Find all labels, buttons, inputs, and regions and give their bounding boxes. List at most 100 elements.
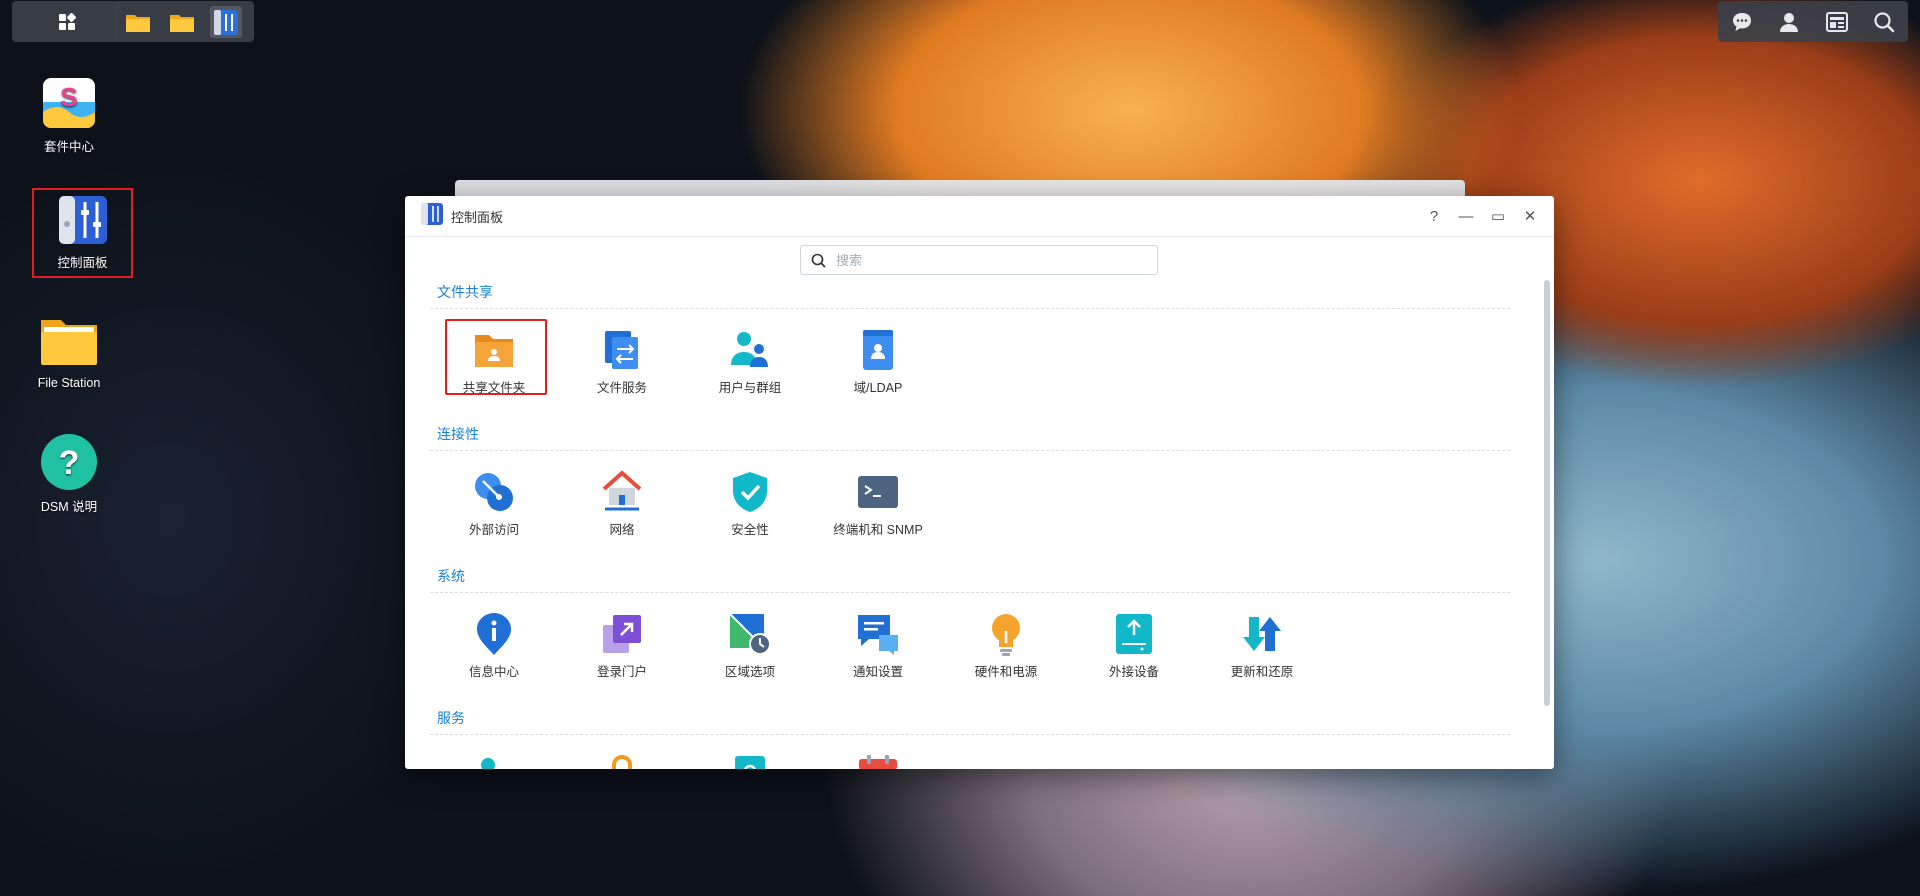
section-connectivity: 连接性 外部访问 网络 安全性 终端机和 SNMP <box>430 424 1510 566</box>
main-menu-button[interactable] <box>12 1 119 42</box>
control-panel-icon <box>53 194 113 248</box>
item-hardware-power[interactable]: 硬件和电源 <box>942 605 1070 685</box>
folder-icon <box>126 14 150 32</box>
section-file-sharing: 文件共享 共享文件夹 文件服务 用户与群组 域/LDAP <box>430 282 1510 424</box>
item-domain-ldap[interactable]: 域/LDAP <box>814 321 942 401</box>
widgets-icon <box>1825 11 1848 32</box>
item-external-access[interactable]: 外部访问 <box>430 463 558 543</box>
item-label: 用户与群组 <box>718 381 782 395</box>
item-notification[interactable]: 通知设置 <box>814 605 942 685</box>
section-services: 服务 <box>430 708 1510 769</box>
item-users-groups[interactable]: 用户与群组 <box>686 321 814 401</box>
chat-icon <box>1732 12 1751 31</box>
search-button[interactable] <box>1868 6 1900 38</box>
item-label: 外部访问 <box>468 523 519 537</box>
item-label: 更新和还原 <box>1230 665 1294 679</box>
calendar-icon <box>859 755 897 769</box>
item-label: 登录门户 <box>596 665 647 679</box>
terminal-icon <box>858 476 898 508</box>
users-groups-icon <box>731 332 768 367</box>
item-login-portal[interactable]: 登录门户 <box>558 605 686 685</box>
search-box <box>800 245 1158 275</box>
control-panel-icon <box>214 9 238 35</box>
taskbar-tray <box>1718 1 1908 42</box>
shield-icon <box>733 472 767 512</box>
desktop-icon-file-station[interactable]: File Station <box>15 312 123 390</box>
item-service-partial[interactable] <box>686 747 814 769</box>
network-icon <box>602 470 642 511</box>
lock-icon <box>612 755 632 769</box>
close-button[interactable]: ✕ <box>1514 200 1546 232</box>
notifications-button[interactable] <box>1726 6 1758 38</box>
item-label: 域/LDAP <box>853 381 903 395</box>
shared-folder-icon <box>475 335 513 367</box>
item-regional-options[interactable]: 区域选项 <box>686 605 814 685</box>
desktop-icon-label: 控制面板 <box>57 256 108 270</box>
grid-icon <box>57 12 77 32</box>
external-access-icon <box>475 473 513 511</box>
section-title: 服务 <box>430 708 1510 735</box>
taskbar-app-file-station[interactable] <box>122 6 154 38</box>
help-icon: ? <box>39 432 99 492</box>
lightbulb-icon <box>992 614 1020 656</box>
item-label: 终端机和 SNMP <box>833 523 923 537</box>
desktop-icon-label: 套件中心 <box>43 140 94 154</box>
item-label: 文件服务 <box>596 381 647 395</box>
control-panel-icon <box>421 202 443 231</box>
external-device-icon <box>1116 614 1152 654</box>
item-external-devices[interactable]: 外接设备 <box>1070 605 1198 685</box>
taskbar-app-folder[interactable] <box>166 6 198 38</box>
info-icon <box>477 613 511 655</box>
user-icon <box>1780 12 1799 32</box>
svg-text:?: ? <box>59 444 80 482</box>
window-titlebar[interactable]: 控制面板 ? — ▭ ✕ <box>405 196 1554 237</box>
item-security[interactable]: 安全性 <box>686 463 814 543</box>
search-icon <box>811 253 826 268</box>
item-service-partial[interactable] <box>814 747 942 769</box>
item-file-services[interactable]: 文件服务 <box>558 321 686 401</box>
item-label: 区域选项 <box>724 665 775 679</box>
update-restore-icon <box>1243 617 1281 651</box>
notification-icon <box>858 615 898 655</box>
item-info-center[interactable]: 信息中心 <box>430 605 558 685</box>
item-update-restore[interactable]: 更新和还原 <box>1198 605 1326 685</box>
item-label: 网络 <box>609 523 635 537</box>
item-label: 外接设备 <box>1108 665 1159 679</box>
user-menu-button[interactable] <box>1773 6 1805 38</box>
login-portal-icon <box>603 615 641 653</box>
item-service-partial[interactable] <box>430 747 558 769</box>
item-network[interactable]: 网络 <box>558 463 686 543</box>
file-services-icon <box>605 331 638 369</box>
folder-icon <box>39 312 99 372</box>
item-terminal-snmp[interactable]: 终端机和 SNMP <box>814 463 942 543</box>
section-title: 文件共享 <box>430 282 1510 309</box>
domain-ldap-icon <box>863 330 893 370</box>
taskbar-app-control-panel[interactable] <box>210 5 242 38</box>
help-button[interactable]: ? <box>1418 200 1450 232</box>
item-shared-folder[interactable]: 共享文件夹 <box>430 319 558 401</box>
section-title: 系统 <box>430 566 1510 593</box>
search-input[interactable] <box>834 251 1138 269</box>
minimize-button[interactable]: — <box>1450 200 1482 232</box>
search-icon <box>1874 11 1895 32</box>
vertical-scrollbar[interactable] <box>1544 280 1550 706</box>
taskbar-app-list <box>114 1 254 42</box>
maximize-button[interactable]: ▭ <box>1482 200 1514 232</box>
item-label: 通知设置 <box>852 665 903 679</box>
item-label: 信息中心 <box>468 665 519 679</box>
section-system: 系统 信息中心 登录门户 区域选项 通知设置 硬件和电源 外接设备 更新和还原 <box>430 566 1510 708</box>
desktop-icon-package-center[interactable]: S 套件中心 <box>15 72 123 155</box>
widgets-button[interactable] <box>1821 6 1853 38</box>
folder-icon <box>170 14 194 32</box>
item-label: 共享文件夹 <box>462 381 526 395</box>
desktop-icon-dsm-help[interactable]: ? DSM 说明 <box>15 432 123 515</box>
search-service-icon <box>735 756 765 769</box>
desktop-icon-label: File Station <box>37 376 101 390</box>
svg-text:S: S <box>60 82 77 112</box>
package-center-icon: S <box>39 72 99 132</box>
item-service-partial[interactable] <box>558 747 686 769</box>
window-title: 控制面板 <box>451 209 504 225</box>
desktop-icon-control-panel[interactable]: 控制面板 <box>32 188 133 278</box>
regional-options-icon <box>729 613 771 655</box>
section-title: 连接性 <box>430 424 1510 451</box>
